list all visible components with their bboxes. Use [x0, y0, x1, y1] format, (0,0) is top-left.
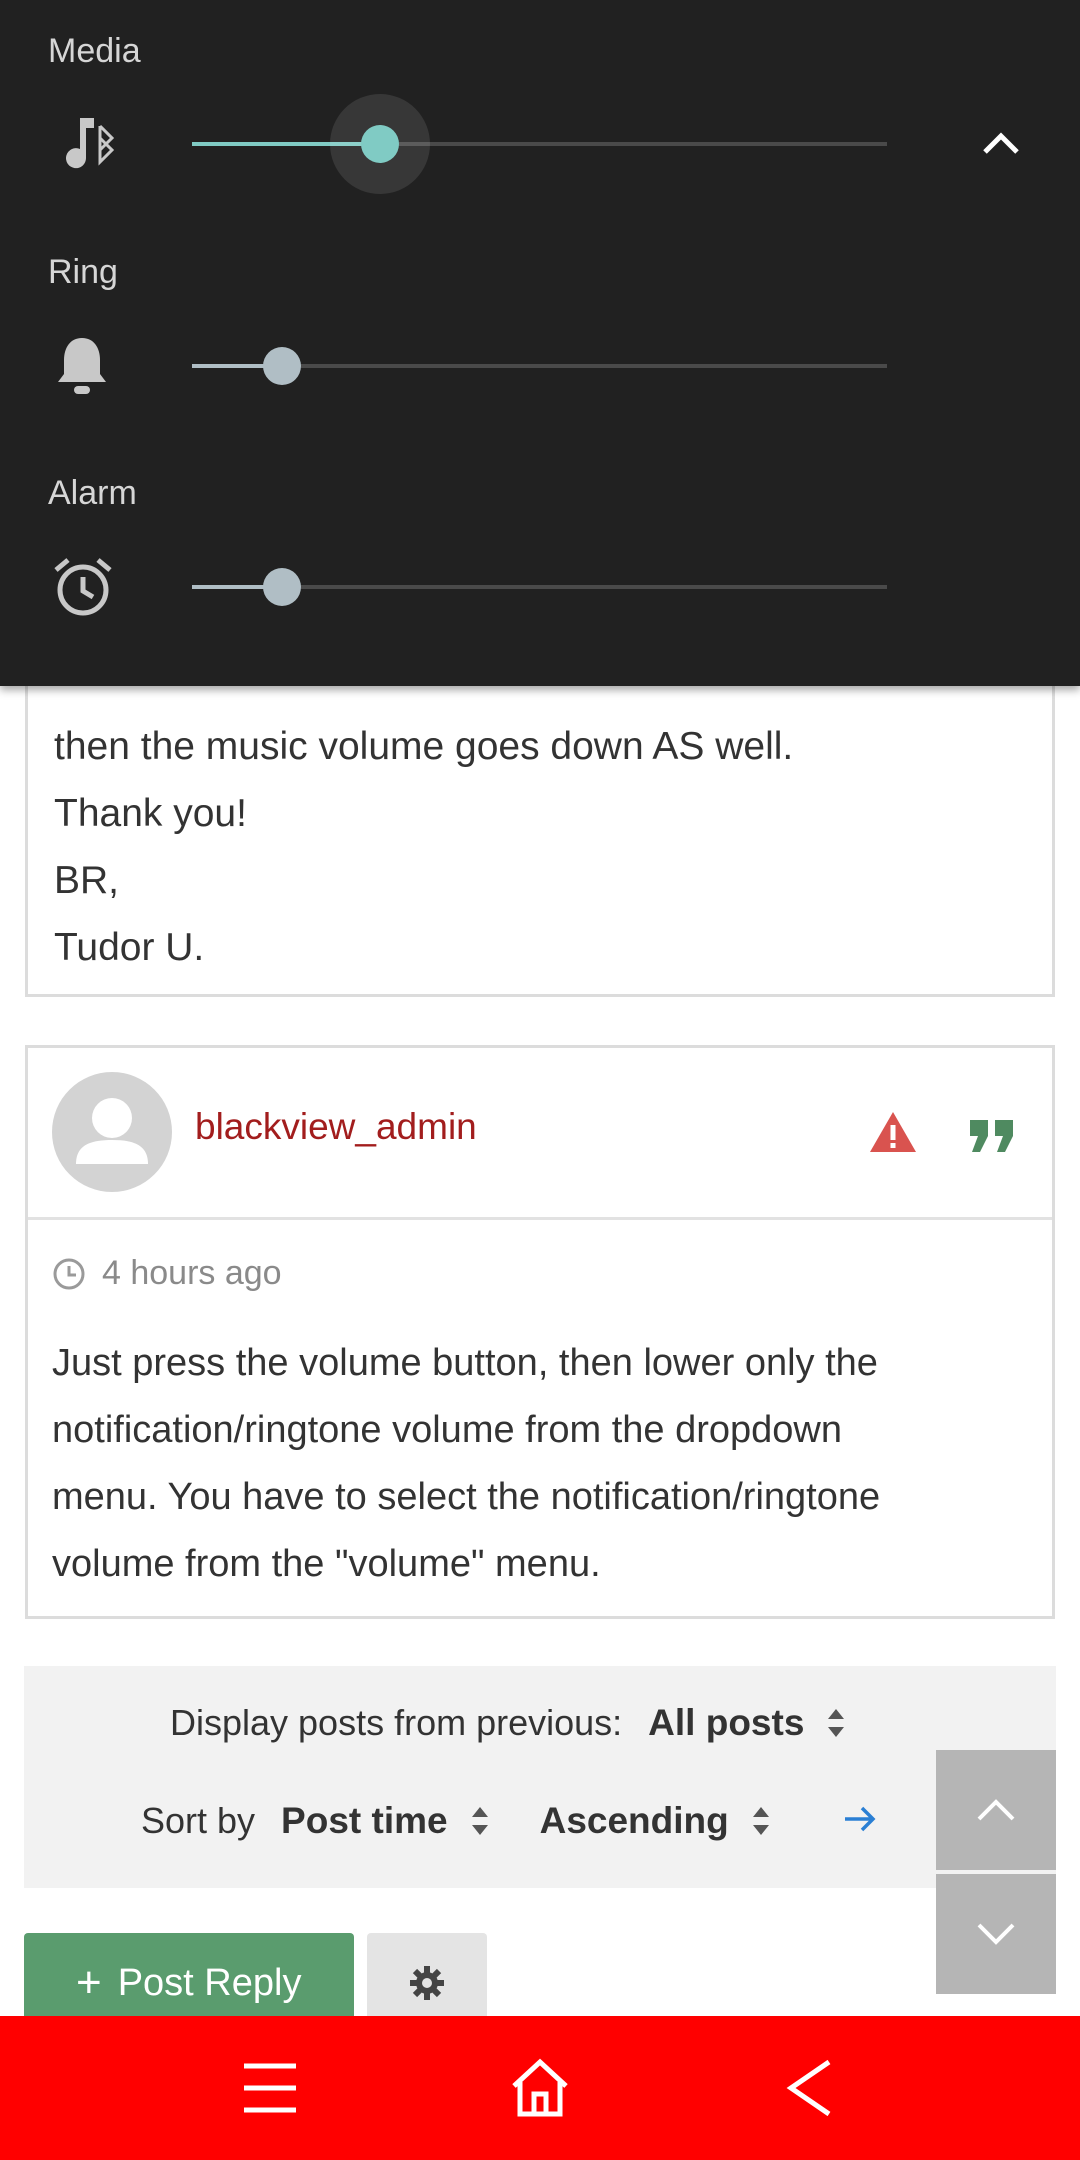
page-scroll-controls [936, 1750, 1056, 1994]
post-reply-label: Post Reply [117, 1961, 302, 2004]
scroll-to-bottom-button[interactable] [936, 1874, 1056, 1994]
sort-order-value: Ascending [539, 1800, 729, 1841]
clock-icon [53, 1258, 85, 1289]
post-meta: 4 hours ago [52, 1254, 282, 1293]
report-warning-icon[interactable] [868, 1110, 918, 1154]
post-body: Just press the volume button, then lower… [52, 1330, 1032, 1598]
alarm-volume-label: Alarm [48, 474, 137, 512]
sort-order-select[interactable]: Ascending [540, 1800, 771, 1842]
post-body-line: menu. You have to select the notificatio… [52, 1476, 881, 1518]
previous-post-text: then the music volume goes down AS well.… [54, 713, 793, 981]
arrow-right-icon[interactable] [843, 1800, 877, 1842]
sort-key-value: Post time [281, 1800, 448, 1841]
sort-arrows-icon [471, 1807, 488, 1835]
post-timestamp: 4 hours ago [102, 1254, 282, 1292]
post-body-line: volume from the "volume" menu. [52, 1543, 601, 1585]
topic-tools-button[interactable] [367, 1933, 487, 2016]
reply-post-card: blackview_admin 4 hours ago Just press t… [25, 1045, 1055, 1619]
alarm-clock-icon [52, 556, 114, 623]
post-header: blackview_admin [28, 1048, 1052, 1220]
ring-volume-label: Ring [48, 253, 118, 291]
home-button[interactable] [500, 2052, 580, 2124]
home-icon [512, 2058, 568, 2117]
chevron-down-icon [977, 1923, 1015, 1945]
avatar-placeholder-icon[interactable] [52, 1072, 172, 1192]
post-author-username[interactable]: blackview_admin [195, 1106, 477, 1148]
display-posts-label: Display posts from previous: [170, 1702, 623, 1743]
sort-row: Sort by Post time Ascending [141, 1800, 877, 1842]
sort-key-select[interactable]: Post time [281, 1800, 490, 1842]
post-reply-button[interactable]: + Post Reply [24, 1933, 354, 2016]
system-navigation-bar [0, 2016, 1080, 2160]
menu-icon [244, 2063, 296, 2113]
collapse-volume-button[interactable] [968, 110, 1034, 176]
media-volume-label: Media [48, 32, 141, 70]
previous-post-line: BR, [54, 859, 120, 902]
gear-icon [410, 1966, 444, 2000]
previous-post-line: then the music volume goes down AS well. [54, 725, 794, 768]
bell-icon [52, 334, 112, 403]
sort-arrows-icon [752, 1807, 769, 1835]
back-button[interactable] [770, 2052, 850, 2124]
display-posts-row: Display posts from previous: All posts [170, 1702, 846, 1744]
alarm-volume-slider[interactable] [192, 568, 887, 606]
alarm-volume-thumb[interactable] [263, 568, 302, 606]
media-volume-slider[interactable] [192, 94, 887, 194]
volume-panel: Media Ring Alarm [0, 0, 1080, 686]
back-icon [786, 2059, 831, 2117]
post-body-line: Just press the volume button, then lower… [52, 1342, 878, 1384]
previous-post-line: Thank you! [54, 792, 247, 835]
ring-volume-slider[interactable] [192, 347, 887, 385]
display-posts-value: All posts [648, 1702, 805, 1743]
chevron-up-icon [977, 1799, 1015, 1821]
sort-arrows-icon [828, 1709, 845, 1737]
quote-icon[interactable] [968, 1118, 1016, 1154]
scroll-to-top-button[interactable] [936, 1750, 1056, 1870]
previous-post-line: Tudor U. [54, 926, 205, 969]
media-volume-thumb[interactable] [360, 125, 399, 163]
plus-icon: + [76, 1958, 102, 2007]
display-posts-select[interactable]: All posts [648, 1702, 846, 1744]
topic-display-options: Display posts from previous: All posts S… [24, 1666, 1056, 1888]
menu-button[interactable] [230, 2052, 310, 2124]
sort-by-label: Sort by [141, 1800, 256, 1841]
post-body-line: notification/ringtone volume from the dr… [52, 1409, 843, 1451]
chevron-up-icon [983, 132, 1019, 154]
ring-volume-thumb[interactable] [263, 347, 302, 385]
music-bluetooth-icon [56, 114, 122, 179]
